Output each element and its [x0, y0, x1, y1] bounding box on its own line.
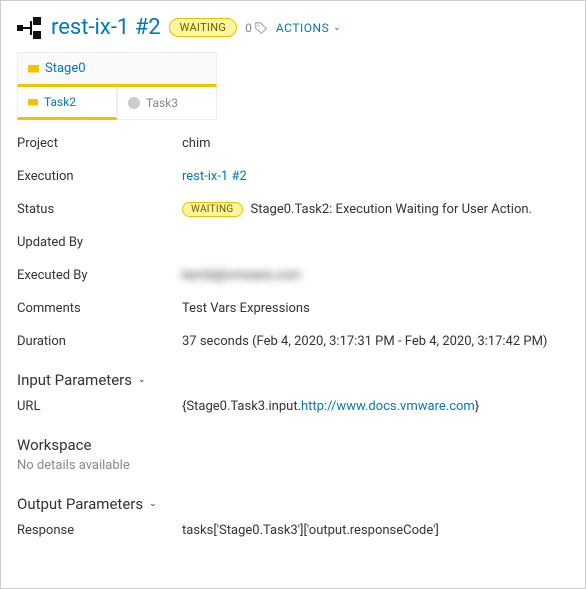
executed-by-label: Executed By [17, 268, 182, 283]
input-parameters-heading: Input Parameters [17, 371, 132, 389]
input-parameters-grid: URL {Stage0.Task3.input.http://www.docs.… [17, 399, 569, 414]
status-value: WAITING Stage0.Task2: Execution Waiting … [182, 202, 569, 217]
url-label: URL [17, 399, 182, 414]
response-label: Response [17, 523, 182, 538]
url-prefix: {Stage0.Task3.input. [182, 399, 301, 414]
status-badge: WAITING [169, 18, 238, 37]
project-value: chim [182, 136, 569, 151]
actions-dropdown[interactable]: ACTIONS ⌄ [276, 21, 341, 35]
stage-tiles: Stage0 Task2 Task3 [17, 52, 217, 120]
task-tab-active[interactable]: Task2 [17, 87, 117, 120]
status-dot-icon [128, 97, 140, 109]
envelope-icon [28, 65, 39, 73]
envelope-icon [28, 99, 38, 106]
comments-label: Comments [17, 301, 182, 316]
details-grid: Project chim Execution rest-ix-1 #2 Stat… [17, 136, 569, 349]
response-value: tasks['Stage0.Task3']['output.responseCo… [182, 523, 569, 538]
status-text: Stage0.Task2: Execution Waiting for User… [251, 202, 533, 217]
duration-value: 37 seconds (Feb 4, 2020, 3:17:31 PM - Fe… [182, 334, 569, 349]
tag-count-value: 0 [245, 21, 252, 35]
duration-label: Duration [17, 334, 182, 349]
comments-value: Test Vars Expressions [182, 301, 569, 316]
task-row: Task2 Task3 [17, 87, 217, 120]
task-label: Task3 [146, 96, 178, 110]
output-parameters-toggle[interactable]: Output Parameters ⌄ [17, 495, 569, 513]
chevron-down-icon: ⌄ [149, 499, 157, 509]
url-link[interactable]: http://www.docs.vmware.com [301, 399, 475, 414]
execution-detail-panel: rest-ix-1 #2 WAITING 0 ACTIONS ⌄ Stage0 … [0, 0, 586, 589]
execution-value: rest-ix-1 #2 [182, 169, 569, 184]
workspace-empty-text: No details available [17, 458, 569, 473]
header: rest-ix-1 #2 WAITING 0 ACTIONS ⌄ [17, 15, 569, 40]
tag-icon [254, 21, 268, 35]
chevron-down-icon: ⌄ [138, 375, 146, 385]
execution-title-link[interactable]: rest-ix-1 #2 [51, 15, 161, 40]
stage-label: Stage0 [45, 61, 86, 76]
output-parameters-heading: Output Parameters [17, 495, 143, 513]
stage-tab[interactable]: Stage0 [17, 52, 217, 87]
executed-by-value: kernb@vmware.com [182, 268, 569, 283]
execution-label: Execution [17, 169, 182, 184]
tag-count: 0 [245, 21, 268, 35]
workspace-heading: Workspace [17, 436, 569, 454]
url-value: {Stage0.Task3.input.http://www.docs.vmwa… [182, 399, 569, 414]
chevron-down-icon: ⌄ [333, 23, 341, 33]
input-parameters-toggle[interactable]: Input Parameters ⌄ [17, 371, 569, 389]
execution-link[interactable]: rest-ix-1 #2 [182, 169, 247, 184]
updated-by-label: Updated By [17, 235, 182, 250]
project-label: Project [17, 136, 182, 151]
pipeline-icon [17, 16, 43, 40]
actions-label: ACTIONS [276, 21, 329, 35]
url-suffix: } [475, 399, 479, 414]
status-label: Status [17, 202, 182, 217]
status-badge: WAITING [182, 202, 243, 217]
task-tab-inactive[interactable]: Task3 [117, 87, 217, 120]
output-parameters-grid: Response tasks['Stage0.Task3']['output.r… [17, 523, 569, 538]
task-label: Task2 [44, 95, 76, 109]
